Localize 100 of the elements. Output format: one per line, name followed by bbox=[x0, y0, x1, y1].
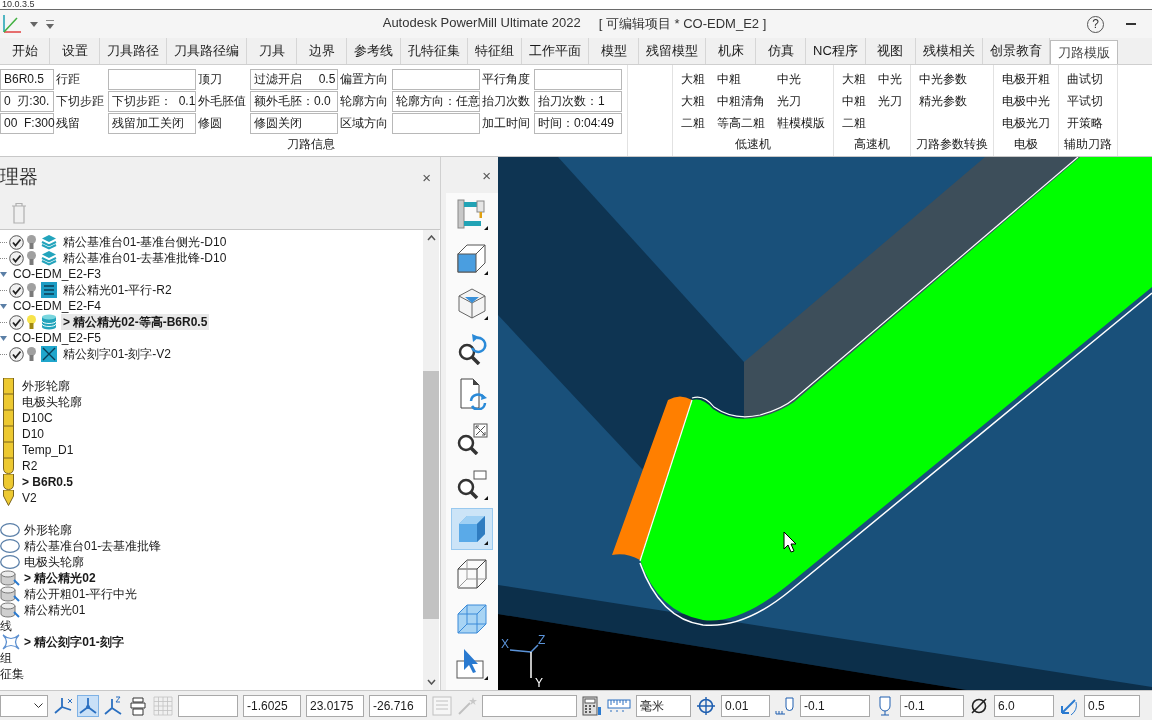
scrollbar[interactable] bbox=[423, 230, 439, 690]
tool-item[interactable]: V2 bbox=[20, 490, 39, 506]
ribbon-button[interactable]: 中粗 bbox=[714, 68, 768, 90]
ribbon-button[interactable]: 中光 bbox=[774, 68, 828, 90]
boundary-item[interactable]: 精公开粗01-平行中光 bbox=[22, 586, 140, 602]
ribbon-tab[interactable]: 残留模型 bbox=[639, 38, 706, 64]
ribbon-tab[interactable]: 刀具路径 bbox=[100, 38, 167, 64]
ribbon-tab[interactable]: 模型 bbox=[589, 38, 639, 64]
ribbon-button[interactable]: 开策略 bbox=[1064, 112, 1112, 134]
value-field[interactable] bbox=[482, 694, 577, 717]
boundary-item[interactable]: 精公精光01 bbox=[22, 602, 88, 618]
check-toggle[interactable] bbox=[9, 234, 24, 250]
boundary-item[interactable]: 电极头轮廓 bbox=[22, 554, 86, 570]
close-button[interactable]: × bbox=[480, 166, 493, 184]
section-header[interactable]: 线 bbox=[0, 617, 12, 635]
value-field[interactable]: -0.1 bbox=[900, 694, 964, 717]
boundary-item[interactable]: 外形轮廓 bbox=[22, 522, 74, 538]
value-field[interactable]: 0.01 bbox=[721, 694, 770, 717]
ribbon-button[interactable]: 光刀 bbox=[875, 90, 905, 112]
ribbon-button[interactable]: 曲试切 bbox=[1064, 68, 1112, 90]
ribbon-button[interactable]: 精光参数 bbox=[916, 90, 988, 112]
toolpath-item[interactable]: 精公刻字01-刻字-V2 bbox=[61, 346, 174, 362]
ribbon-button[interactable]: 中光 bbox=[875, 68, 905, 90]
ribbon-tab[interactable]: 仿真 bbox=[756, 38, 806, 64]
ribbon-button[interactable]: 电极开粗 bbox=[999, 68, 1053, 90]
tool-item[interactable]: 外形轮廓 bbox=[20, 378, 72, 394]
ribbon-tab[interactable]: 视图 bbox=[865, 38, 916, 64]
crosshair-icon[interactable] bbox=[696, 695, 716, 716]
customize-caret-icon[interactable] bbox=[46, 19, 54, 29]
expand-triangle-icon[interactable] bbox=[0, 334, 7, 342]
value-field[interactable]: 毫米 bbox=[636, 694, 691, 717]
ribbon-button[interactable]: 大粗 bbox=[678, 90, 708, 112]
value-field[interactable]: 6.0 bbox=[994, 694, 1054, 717]
ribbon-button[interactable]: 大粗 bbox=[839, 68, 869, 90]
toolpath-item[interactable]: 精公基准台01-去基准批锋-D10 bbox=[61, 250, 229, 266]
tool-item[interactable]: Temp_D1 bbox=[20, 442, 76, 458]
toolpath-item[interactable]: 精公精光01-平行-R2 bbox=[61, 282, 174, 298]
folder-label[interactable]: CO-EDM_E2-F5 bbox=[11, 330, 103, 346]
tool-item[interactable]: 电极头轮廓 bbox=[20, 394, 84, 410]
axis-icon[interactable] bbox=[2, 14, 22, 34]
boundary-item[interactable]: > 精公精光02 bbox=[22, 570, 98, 586]
ribbon-button[interactable]: 平试切 bbox=[1064, 90, 1112, 112]
ribbon-tab[interactable]: 边界 bbox=[297, 38, 347, 64]
ribbon-button[interactable]: 中粗 bbox=[839, 90, 869, 112]
ribbon-button[interactable]: 电极中光 bbox=[999, 90, 1053, 112]
value-field[interactable]: -0.1 bbox=[800, 694, 870, 717]
scrollbar-thumb[interactable] bbox=[423, 371, 439, 619]
ribbon-button[interactable]: 鞋模模版 bbox=[774, 112, 828, 134]
ribbon-tab[interactable]: 参考线 bbox=[347, 38, 401, 64]
ribbon-tab[interactable]: 孔特征集 bbox=[401, 38, 468, 64]
tool-item[interactable]: D10C bbox=[20, 410, 55, 426]
scroll-down-icon[interactable] bbox=[426, 679, 436, 685]
ribbon-tab[interactable]: 设置 bbox=[50, 38, 100, 64]
ribbon-tab[interactable]: 刀路模版 bbox=[1049, 40, 1118, 64]
lightbulb-toggle[interactable] bbox=[27, 251, 36, 265]
lightbulb-toggle[interactable] bbox=[27, 283, 36, 297]
value-field[interactable] bbox=[178, 694, 238, 717]
calculator-icon[interactable] bbox=[582, 695, 602, 716]
toolpath-item[interactable]: 精公基准台01-基准台侧光-D10 bbox=[61, 234, 229, 250]
lightbulb-toggle[interactable] bbox=[27, 347, 36, 361]
ribbon-button[interactable]: 光刀 bbox=[774, 90, 828, 112]
axes-icon[interactable] bbox=[53, 695, 73, 716]
tool-item[interactable]: > B6R0.5 bbox=[20, 474, 76, 490]
ribbon-tab[interactable]: 特征组 bbox=[468, 38, 522, 64]
ribbon-button[interactable]: 中光参数 bbox=[916, 68, 988, 90]
ribbon-button[interactable]: 等高二粗 bbox=[714, 112, 768, 134]
tool-item[interactable]: D10 bbox=[20, 426, 46, 442]
ribbon-button[interactable]: 二粗 bbox=[839, 112, 869, 134]
value-field[interactable]: 0.5 bbox=[1084, 694, 1140, 717]
caret-down-icon[interactable] bbox=[30, 21, 38, 27]
lightbulb-toggle[interactable] bbox=[27, 315, 36, 329]
axes-icon[interactable] bbox=[103, 695, 123, 716]
dropdown-field[interactable] bbox=[0, 694, 48, 717]
scroll-up-icon[interactable] bbox=[426, 235, 436, 241]
ribbon-tab[interactable]: 刀具路径编 bbox=[167, 38, 247, 64]
value-field[interactable]: -26.716 bbox=[369, 694, 427, 717]
ribbon-button[interactable]: 电极光刀 bbox=[999, 112, 1053, 134]
ribbon-tab[interactable]: NC程序 bbox=[806, 38, 866, 64]
tool-item[interactable]: R2 bbox=[20, 458, 40, 474]
value-field[interactable]: 23.0175 bbox=[306, 694, 364, 717]
tool-offset-icon[interactable] bbox=[775, 695, 795, 716]
toolpath-item[interactable]: > 精公精光02-等高-B6R0.5 bbox=[61, 314, 210, 330]
check-toggle[interactable] bbox=[9, 346, 24, 362]
expand-triangle-icon[interactable] bbox=[0, 270, 7, 278]
expand-triangle-icon[interactable] bbox=[0, 302, 7, 310]
ribbon-tab[interactable]: 残模相关 bbox=[915, 38, 983, 64]
ribbon-tab[interactable]: 刀具 bbox=[247, 38, 297, 64]
axes-icon[interactable] bbox=[78, 695, 98, 716]
check-toggle[interactable] bbox=[9, 250, 24, 266]
ribbon-button[interactable]: 大粗 bbox=[678, 68, 708, 90]
ribbon-tab[interactable]: 开始 bbox=[0, 38, 50, 64]
boundary-item[interactable]: 精公基准台01-去基准批锋 bbox=[22, 538, 164, 554]
ribbon-tab[interactable]: 机床 bbox=[706, 38, 756, 64]
ribbon-tab[interactable]: 工作平面 bbox=[522, 38, 589, 64]
diameter-icon[interactable] bbox=[969, 695, 989, 716]
section-header[interactable]: 征集 bbox=[0, 665, 24, 683]
stack-icon[interactable] bbox=[128, 695, 148, 716]
check-toggle[interactable] bbox=[9, 314, 24, 330]
ribbon-button[interactable]: 二粗 bbox=[678, 112, 708, 134]
value-field[interactable]: -1.6025 bbox=[243, 694, 301, 717]
